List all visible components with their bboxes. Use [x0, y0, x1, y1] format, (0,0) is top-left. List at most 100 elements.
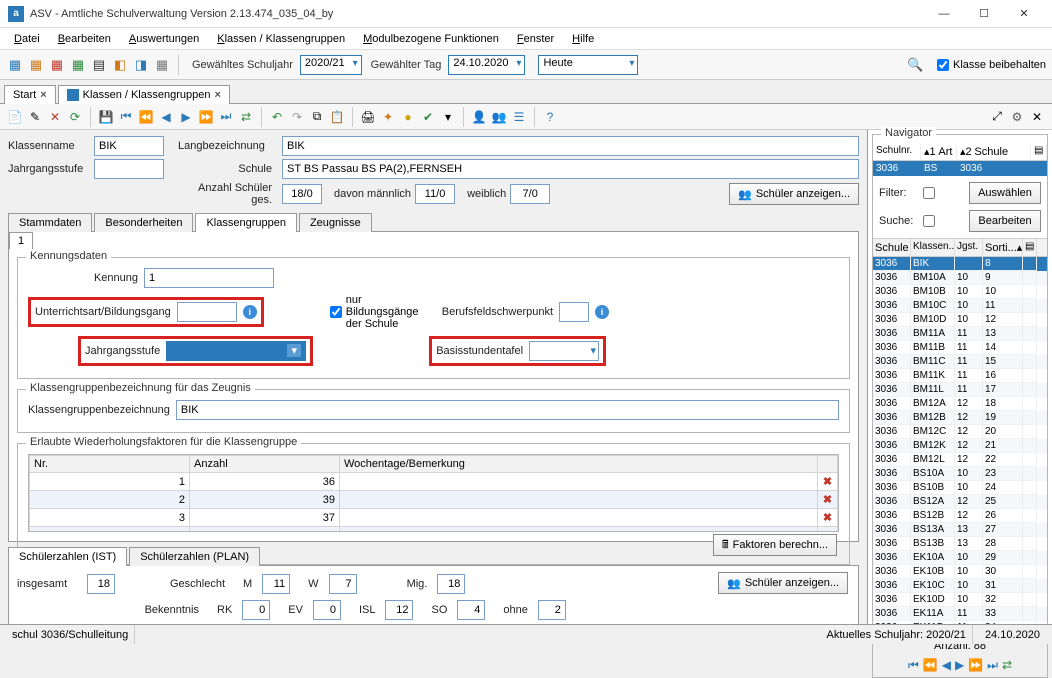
menu-datei[interactable]: Datei: [6, 30, 48, 48]
bfs-input[interactable]: [559, 302, 589, 322]
sync-icon[interactable]: ⇄: [237, 108, 255, 126]
nav-row[interactable]: 3036BS12A1225: [873, 495, 1047, 509]
search-icon[interactable]: 🔍: [906, 56, 924, 74]
row-delete-icon[interactable]: ✖: [818, 509, 838, 527]
pager-prev-icon[interactable]: ◀: [942, 658, 951, 673]
keep-class-check-wrap[interactable]: Klasse beibehalten: [937, 59, 1046, 71]
pager-nextfast-icon[interactable]: ⏩: [968, 658, 983, 673]
subtab-stammdaten[interactable]: Stammdaten: [8, 213, 92, 232]
star-icon[interactable]: ✦: [379, 108, 397, 126]
filter-checkbox[interactable]: [923, 187, 935, 199]
tab-start[interactable]: Start ×: [4, 85, 56, 104]
menu-klassen[interactable]: Klassen / Klassengruppen: [209, 30, 353, 48]
nav-row[interactable]: 3036BM12L1222: [873, 453, 1047, 467]
unterrichtsart-input[interactable]: [177, 302, 237, 322]
menu-hilfe[interactable]: Hilfe: [564, 30, 602, 48]
nav-row[interactable]: 3036BM12K1221: [873, 439, 1047, 453]
nav-row[interactable]: 3036BM12B1219: [873, 411, 1047, 425]
nav-row[interactable]: 3036BM10C1011: [873, 299, 1047, 313]
faktoren-berechnen-button[interactable]: 🖩 Faktoren berechn...: [713, 534, 837, 556]
nav-row[interactable]: 3036BM10D1012: [873, 313, 1047, 327]
copy-icon[interactable]: ⧉: [308, 108, 326, 126]
klgr-input[interactable]: [176, 400, 839, 420]
tool-icon-7[interactable]: ◨: [132, 56, 150, 74]
nav-row[interactable]: 3036BM10A109: [873, 271, 1047, 285]
expand-icon[interactable]: ⤢: [988, 108, 1006, 126]
tab-klassen[interactable]: Klassen / Klassengruppen ×: [58, 85, 230, 104]
maximize-button[interactable]: ☐: [964, 0, 1004, 28]
nav-row[interactable]: 3036EK11A1133: [873, 607, 1047, 621]
users-icon[interactable]: 👥: [490, 108, 508, 126]
table-row[interactable]: 2 39 ✖: [30, 491, 838, 509]
redo-icon[interactable]: ↷: [288, 108, 306, 126]
nav-row[interactable]: 3036BM11A1113: [873, 327, 1047, 341]
nav-row[interactable]: 3036BM11K1116: [873, 369, 1047, 383]
nav-row[interactable]: 3036BM12C1220: [873, 425, 1047, 439]
nav-row[interactable]: 3036BM11C1115: [873, 355, 1047, 369]
row-delete-icon[interactable]: ✖: [818, 473, 838, 491]
grid-menu-icon[interactable]: ▤: [1031, 143, 1047, 160]
nav-row[interactable]: 3036EK10C1031: [873, 579, 1047, 593]
settings-icon[interactable]: ⚙: [1008, 108, 1026, 126]
next-fast-icon[interactable]: ⏩: [197, 108, 215, 126]
check-icon[interactable]: ✔: [419, 108, 437, 126]
jgst-combo[interactable]: [166, 341, 306, 361]
schule-input[interactable]: [282, 159, 859, 179]
schueler-anzeigen-button[interactable]: 👥 Schüler anzeigen...: [729, 183, 859, 205]
next-icon[interactable]: ▶: [177, 108, 195, 126]
prev-icon[interactable]: ◀: [157, 108, 175, 126]
pager-prevfast-icon[interactable]: ⏪: [923, 658, 938, 673]
nav-row[interactable]: 3036BIK8: [873, 257, 1047, 271]
prev-fast-icon[interactable]: ⏪: [137, 108, 155, 126]
print-icon[interactable]: 🖨: [359, 108, 377, 126]
pager-next-icon[interactable]: ▶: [955, 658, 964, 673]
jgst-input[interactable]: [94, 159, 164, 179]
tool-icon-8[interactable]: ▦: [153, 56, 171, 74]
badge-icon[interactable]: ●: [399, 108, 417, 126]
menu-auswertungen[interactable]: Auswertungen: [121, 30, 207, 48]
filter-icon[interactable]: ▾: [439, 108, 457, 126]
undo-icon[interactable]: ↶: [268, 108, 286, 126]
info-icon[interactable]: i: [243, 305, 257, 319]
nav-row[interactable]: 3036EK10B1030: [873, 565, 1047, 579]
refresh-icon[interactable]: ⟳: [66, 108, 84, 126]
bearbeiten-button[interactable]: Bearbeiten: [969, 210, 1041, 232]
nav-row[interactable]: 3036BS13B1328: [873, 537, 1047, 551]
tab-klassen-close[interactable]: ×: [214, 89, 220, 101]
delete-icon[interactable]: ✕: [46, 108, 64, 126]
nav-row[interactable]: 3036BS10A1023: [873, 467, 1047, 481]
group-tab-1[interactable]: 1: [9, 232, 33, 249]
new-icon[interactable]: 📄: [6, 108, 24, 126]
nav-row[interactable]: 3036EK10D1032: [873, 593, 1047, 607]
schueler-anzeigen-button-2[interactable]: 👥 Schüler anzeigen...: [718, 572, 848, 594]
list-icon[interactable]: ☰: [510, 108, 528, 126]
subtab-zeugnisse[interactable]: Zeugnisse: [299, 213, 372, 232]
row-delete-icon[interactable]: ✖: [818, 491, 838, 509]
pager-last-icon[interactable]: ⏭: [987, 658, 998, 673]
nur-bg-wrap[interactable]: nur Bildungsgänge der Schule: [330, 294, 436, 330]
nav-row[interactable]: 3036BM11L1117: [873, 383, 1047, 397]
tag-select[interactable]: 24.10.2020: [448, 55, 525, 75]
nav-top-selected-row[interactable]: 3036 BS 3036: [873, 161, 1047, 176]
kennung-input[interactable]: [144, 268, 274, 288]
help-icon[interactable]: ?: [541, 108, 559, 126]
tool-icon-4[interactable]: ▦: [69, 56, 87, 74]
tool-icon-6[interactable]: ◧: [111, 56, 129, 74]
minimize-button[interactable]: ―: [924, 0, 964, 28]
user-icon[interactable]: 👤: [470, 108, 488, 126]
nav-row[interactable]: 3036BS12B1226: [873, 509, 1047, 523]
tab-start-close[interactable]: ×: [40, 89, 46, 101]
first-icon[interactable]: ⏮: [117, 108, 135, 126]
bst-combo[interactable]: [529, 341, 599, 361]
suche-checkbox[interactable]: [923, 215, 935, 227]
langbez-input[interactable]: [282, 136, 859, 156]
tool-icon-2[interactable]: ▦: [27, 56, 45, 74]
last-icon[interactable]: ⏭: [217, 108, 235, 126]
tool-icon-1[interactable]: ▦: [6, 56, 24, 74]
menu-bearbeiten[interactable]: Bearbeiten: [50, 30, 119, 48]
tool-icon-5[interactable]: ▤: [90, 56, 108, 74]
edit-icon[interactable]: ✎: [26, 108, 44, 126]
nav-row[interactable]: 3036BM11B1114: [873, 341, 1047, 355]
nav-row[interactable]: 3036BM12A1218: [873, 397, 1047, 411]
schuljahr-select[interactable]: 2020/21: [300, 55, 362, 75]
